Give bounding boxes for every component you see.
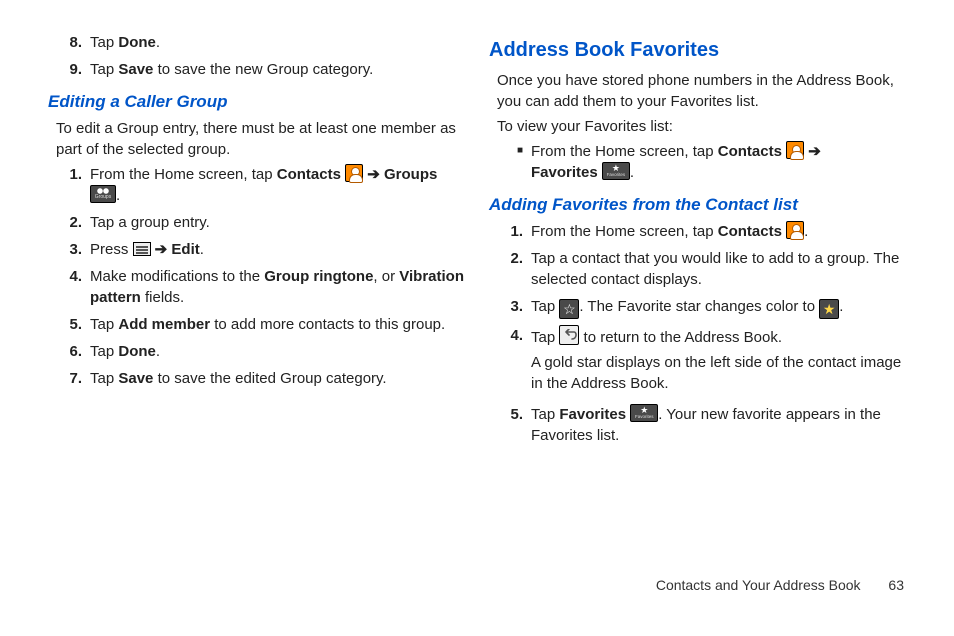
step-body: Tap a contact that you would like to add… bbox=[531, 248, 906, 290]
two-column-layout: 8. Tap Done. 9. Tap Save to save the new… bbox=[48, 32, 906, 568]
subheading-adding-favorites: Adding Favorites from the Contact list bbox=[489, 193, 906, 217]
step-body: Tap Add member to add more contacts to t… bbox=[90, 314, 465, 335]
step-body: Tap Save to save the edited Group catego… bbox=[90, 368, 465, 389]
contacts-icon bbox=[786, 221, 804, 239]
step-2: 2. Tap a group entry. bbox=[48, 212, 465, 233]
step-body: Tap Done. bbox=[90, 32, 465, 53]
step-number: 1. bbox=[48, 164, 90, 206]
step-number: 4. bbox=[489, 325, 531, 394]
left-column: 8. Tap Done. 9. Tap Save to save the new… bbox=[48, 32, 465, 568]
step-9: 9. Tap Save to save the new Group catego… bbox=[48, 59, 465, 80]
step-8: 8. Tap Done. bbox=[48, 32, 465, 53]
step-number: 2. bbox=[48, 212, 90, 233]
step-body: Tap Done. bbox=[90, 341, 465, 362]
star-outline-icon bbox=[559, 299, 579, 319]
step-6: 6. Tap Done. bbox=[48, 341, 465, 362]
bullet-item: ■ From the Home screen, tap Contacts ➔ F… bbox=[489, 141, 906, 183]
edit-group-steps: 1. From the Home screen, tap Contacts ➔ … bbox=[48, 164, 465, 389]
step-number: 3. bbox=[48, 239, 90, 260]
step-5: 5. Tap Favorites . Your new favorite app… bbox=[489, 404, 906, 446]
step-4: 4. Tap to return to the Address Book. A … bbox=[489, 325, 906, 394]
step-2: 2. Tap a contact that you would like to … bbox=[489, 248, 906, 290]
step-body: Tap Save to save the new Group category. bbox=[90, 59, 465, 80]
step-number: 8. bbox=[48, 32, 90, 53]
intro-text: To edit a Group entry, there must be at … bbox=[56, 118, 465, 160]
step-3: 3. Tap . The Favorite star changes color… bbox=[489, 296, 906, 319]
step-number: 1. bbox=[489, 221, 531, 242]
step-number: 2. bbox=[489, 248, 531, 290]
step-number: 5. bbox=[489, 404, 531, 446]
favorites-icon bbox=[630, 404, 658, 422]
intro-text-1: Once you have stored phone numbers in th… bbox=[497, 70, 906, 112]
star-filled-icon bbox=[819, 299, 839, 319]
step-1: 1. From the Home screen, tap Contacts ➔ … bbox=[48, 164, 465, 206]
step-body: Press ➔ Edit. bbox=[90, 239, 465, 260]
bullet-body: From the Home screen, tap Contacts ➔ Fav… bbox=[531, 141, 821, 183]
groups-icon bbox=[90, 185, 116, 203]
right-column: Address Book Favorites Once you have sto… bbox=[489, 32, 906, 568]
step-5: 5. Tap Add member to add more contacts t… bbox=[48, 314, 465, 335]
step-body: Make modifications to the Group ringtone… bbox=[90, 266, 465, 308]
contacts-icon bbox=[786, 141, 804, 159]
contacts-icon bbox=[345, 164, 363, 182]
step-number: 5. bbox=[48, 314, 90, 335]
step-4-note: A gold star displays on the left side of… bbox=[531, 354, 901, 392]
step-1: 1. From the Home screen, tap Contacts . bbox=[489, 221, 906, 242]
step-number: 6. bbox=[48, 341, 90, 362]
step-body: From the Home screen, tap Contacts ➔ Gro… bbox=[90, 164, 465, 206]
step-7: 7. Tap Save to save the edited Group cat… bbox=[48, 368, 465, 389]
step-body: From the Home screen, tap Contacts . bbox=[531, 221, 906, 242]
heading-address-book-favorites: Address Book Favorites bbox=[489, 36, 906, 64]
bullet-square: ■ bbox=[489, 141, 531, 183]
step-body: Tap to return to the Address Book. A gol… bbox=[531, 325, 906, 394]
intro-text-2: To view your Favorites list: bbox=[497, 116, 906, 137]
prev-steps-continued: 8. Tap Done. 9. Tap Save to save the new… bbox=[48, 32, 465, 80]
subheading-editing-caller-group: Editing a Caller Group bbox=[48, 90, 465, 114]
step-body: Tap Favorites . Your new favorite appear… bbox=[531, 404, 906, 446]
step-number: 3. bbox=[489, 296, 531, 319]
step-4: 4. Make modifications to the Group ringt… bbox=[48, 266, 465, 308]
step-3: 3. Press ➔ Edit. bbox=[48, 239, 465, 260]
step-number: 4. bbox=[48, 266, 90, 308]
page: 8. Tap Done. 9. Tap Save to save the new… bbox=[0, 0, 954, 636]
step-body: Tap a group entry. bbox=[90, 212, 465, 233]
step-body: Tap . The Favorite star changes color to… bbox=[531, 296, 906, 319]
back-icon bbox=[559, 325, 579, 345]
page-number: 63 bbox=[888, 577, 904, 593]
chapter-title: Contacts and Your Address Book bbox=[656, 577, 861, 593]
menu-icon bbox=[133, 242, 151, 256]
favorites-icon bbox=[602, 162, 630, 180]
adding-favorites-steps: 1. From the Home screen, tap Contacts . … bbox=[489, 221, 906, 446]
step-number: 9. bbox=[48, 59, 90, 80]
page-footer: Contacts and Your Address Book 63 bbox=[48, 576, 906, 596]
step-number: 7. bbox=[48, 368, 90, 389]
